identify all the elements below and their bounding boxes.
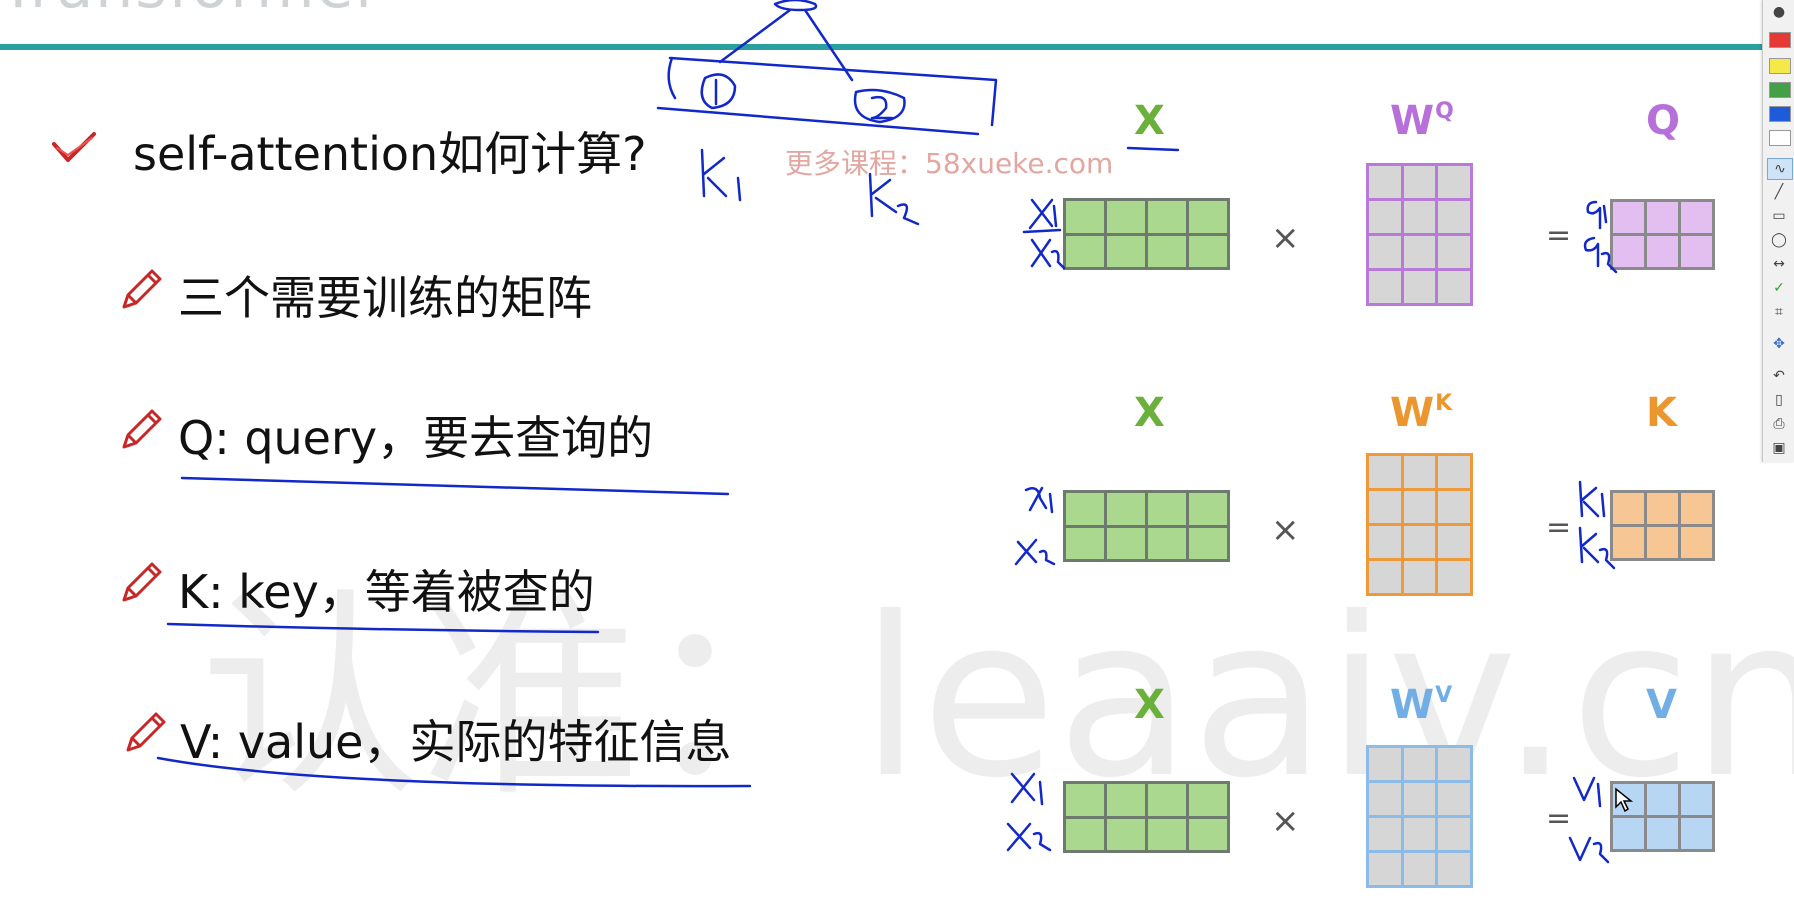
annotation-row1-q1 <box>1586 200 1608 230</box>
output-matrix-k <box>1610 490 1715 561</box>
bullet-query: Q: query，要去查询的 <box>178 411 654 465</box>
pen-toolbar: ● ∿ ╱ ▭ ◯ ↔ ✓ ⌗ ✥ ↶ ▯ ⎙ ▣ <box>1762 0 1794 462</box>
input-matrix-x <box>1063 490 1230 562</box>
matrix-label-v: V <box>1646 682 1677 728</box>
line-icon[interactable]: ╱ <box>1767 182 1791 202</box>
header-bar <box>0 44 1762 50</box>
bullet-key: K: key，等着被查的 <box>178 565 595 619</box>
annotation-tree-branch-left <box>718 8 792 64</box>
annotation-x-underline <box>1126 146 1180 152</box>
pen-icon[interactable]: ∿ <box>1767 158 1793 180</box>
annotation-k1 <box>700 148 742 202</box>
matrix-label-x: X <box>1134 98 1165 144</box>
annotation-row3-v2 <box>1568 836 1610 864</box>
check-icon[interactable]: ✓ <box>1767 278 1791 298</box>
new-page-icon[interactable]: ▯ <box>1767 390 1791 410</box>
multiply-sign: × <box>1271 801 1300 841</box>
matrix-label-wq: WQ <box>1390 98 1454 144</box>
multiply-sign: × <box>1271 510 1300 550</box>
color-swatch-white[interactable] <box>1769 130 1791 146</box>
rectangle-icon[interactable]: ▭ <box>1767 206 1791 226</box>
question-heading: self-attention如何计算? <box>133 127 647 181</box>
source-watermark: 更多课程：58xueke.com <box>785 147 1114 180</box>
pencil-icon <box>122 562 162 602</box>
matrix-label-x: X <box>1134 682 1165 728</box>
double-arrow-icon[interactable]: ↔ <box>1767 254 1791 274</box>
annotation-row2-x1 <box>1024 486 1054 514</box>
annotation-digit-2 <box>870 95 894 120</box>
color-swatch-blue[interactable] <box>1769 106 1791 122</box>
annotation-row1-x2 <box>1030 238 1066 270</box>
undo-icon[interactable]: ↶ <box>1767 366 1791 386</box>
move-icon[interactable]: ✥ <box>1767 334 1791 354</box>
input-matrix-x <box>1063 198 1230 270</box>
annotation-row2-k1 <box>1578 480 1606 518</box>
matrix-label-k: K <box>1646 390 1677 436</box>
matrix-label-q: Q <box>1646 98 1681 144</box>
color-swatch-green[interactable] <box>1769 82 1791 98</box>
ellipse-icon[interactable]: ◯ <box>1767 230 1791 250</box>
annotation-circle-2 <box>853 88 906 124</box>
color-swatch-yellow[interactable] <box>1769 58 1791 74</box>
annotation-row1-frac <box>1022 228 1062 234</box>
mouse-cursor-icon <box>1615 787 1634 813</box>
annotation-row1-x1 <box>1028 198 1058 230</box>
equals-sign: = <box>1546 510 1572 545</box>
image-icon[interactable]: ▣ <box>1767 438 1791 458</box>
pencil-icon <box>126 712 166 752</box>
weight-matrix-wv <box>1366 745 1473 888</box>
annotation-circle-1 <box>700 73 737 110</box>
equals-sign: = <box>1546 801 1572 836</box>
annotation-underline-top <box>656 106 980 136</box>
matrix-label-wk: WK <box>1390 390 1453 436</box>
pencil-icon <box>122 269 162 309</box>
bullet-matrices: 三个需要训练的矩阵 <box>178 271 592 325</box>
print-icon[interactable]: ⎙ <box>1767 414 1791 434</box>
weight-matrix-wk <box>1366 453 1473 596</box>
annotation-tree-node <box>773 0 818 12</box>
weight-matrix-wq <box>1366 163 1473 306</box>
matrix-label-x: X <box>1134 390 1165 436</box>
annotation-brace <box>668 56 998 127</box>
annotation-underline-query <box>180 476 730 496</box>
output-matrix-q <box>1610 199 1715 270</box>
annotation-brace-left <box>667 56 677 100</box>
equals-sign: = <box>1546 218 1572 253</box>
matrix-label-wv: WV <box>1390 682 1453 728</box>
pencil-icon <box>122 409 162 449</box>
bullet-value: V: value，实际的特征信息 <box>180 715 732 769</box>
input-matrix-x <box>1063 781 1230 853</box>
dot-icon[interactable]: ● <box>1767 2 1791 22</box>
slide-title-fragment: Transformer <box>0 0 382 22</box>
check-icon <box>52 132 96 162</box>
multiply-sign: × <box>1271 218 1300 258</box>
crop-icon[interactable]: ⌗ <box>1767 302 1791 322</box>
color-swatch-red[interactable] <box>1769 32 1791 48</box>
